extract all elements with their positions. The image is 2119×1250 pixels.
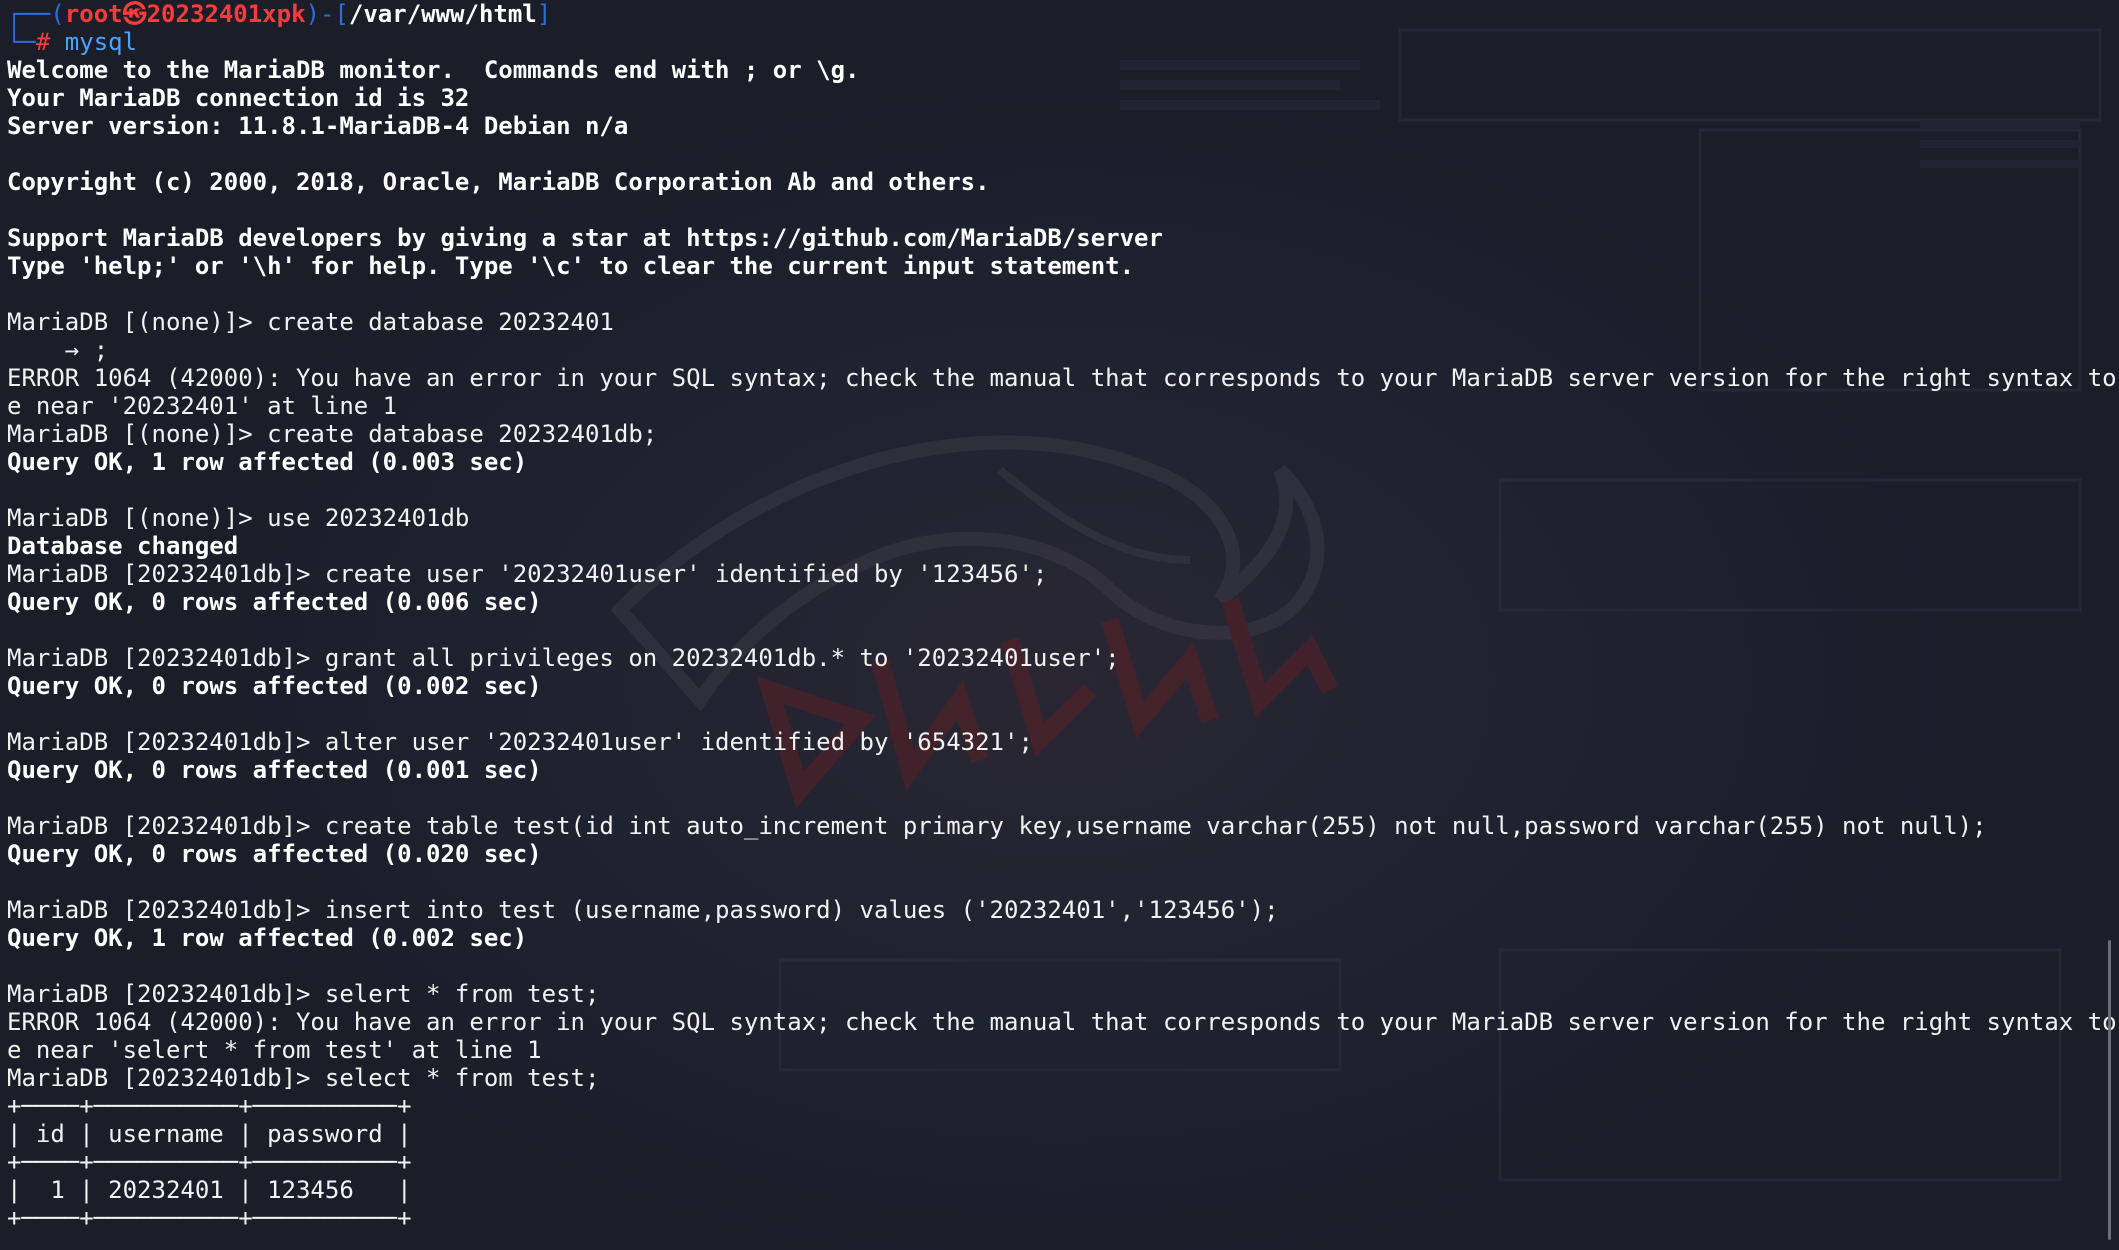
output-line: Server version: 11.8.1-MariaDB-4 Debian … bbox=[7, 112, 629, 140]
output-line: Database changed bbox=[7, 532, 239, 560]
output-line: Type 'help;' or '\h' for help. Type '\c'… bbox=[7, 252, 1135, 280]
output-line: MariaDB [20232401db]> selert * from test… bbox=[7, 980, 600, 1008]
output-line: Welcome to the MariaDB monitor. Commands… bbox=[7, 56, 860, 84]
output-line: MariaDB [20232401db]> create table test(… bbox=[7, 812, 1987, 840]
shell-command: mysql bbox=[50, 28, 138, 56]
output-line: +────+──────────+──────────+ bbox=[7, 1148, 412, 1176]
output-line: Your MariaDB connection id is 32 bbox=[7, 84, 470, 112]
prompt-frame-open: ┌──( bbox=[7, 0, 65, 28]
shell-prompt-line-1: ┌──(root㉿20232401xpk)-[/var/www/html] bbox=[7, 0, 2105, 28]
output-line: | id | username | password | bbox=[7, 1120, 412, 1148]
output-line: | 1 | 20232401 | 123456 | bbox=[7, 1176, 412, 1204]
output-line: Query OK, 0 rows affected (0.001 sec) bbox=[7, 756, 542, 784]
terminal-window[interactable]: ┌──(root㉿20232401xpk)-[/var/www/html] └─… bbox=[0, 0, 2119, 1250]
prompt-frame-line2: └─ bbox=[7, 28, 36, 56]
output-line: e near 'selert * from test' at line 1 bbox=[7, 1036, 542, 1064]
prompt-frame-close: ] bbox=[536, 0, 552, 28]
output-line: +────+──────────+──────────+ bbox=[7, 1092, 412, 1120]
output-line: MariaDB [20232401db]> select * from test… bbox=[7, 1064, 600, 1092]
output-line: → ; bbox=[7, 336, 109, 364]
output-line: e near '20232401' at line 1 bbox=[7, 392, 398, 420]
output-line: MariaDB [(none)]> create database 202324… bbox=[7, 420, 658, 448]
prompt-user-host: root㉿20232401xpk bbox=[64, 0, 306, 28]
output-line: Query OK, 0 rows affected (0.006 sec) bbox=[7, 588, 542, 616]
output-line: Query OK, 0 rows affected (0.002 sec) bbox=[7, 672, 542, 700]
output-line: MariaDB [20232401db]> create user '20232… bbox=[7, 560, 1048, 588]
output-line: +────+──────────+──────────+ bbox=[7, 1204, 412, 1232]
output-line: MariaDB [20232401db]> insert into test (… bbox=[7, 896, 1279, 924]
output-line: MariaDB [(none)]> use 20232401db bbox=[7, 504, 470, 532]
output-line: Copyright (c) 2000, 2018, Oracle, MariaD… bbox=[7, 168, 990, 196]
shell-prompt-line-2: └─# mysql bbox=[7, 28, 2105, 56]
prompt-path: /var/www/html bbox=[348, 0, 537, 28]
output-line: MariaDB [20232401db]> alter user '202324… bbox=[7, 728, 1033, 756]
mysql-session-output: Welcome to the MariaDB monitor. Commands… bbox=[7, 56, 2119, 1232]
terminal-output[interactable]: ┌──(root㉿20232401xpk)-[/var/www/html] └─… bbox=[7, 0, 2119, 1232]
output-line: MariaDB [20232401db]> grant all privileg… bbox=[7, 644, 1120, 672]
output-line: Query OK, 1 row affected (0.002 sec) bbox=[7, 924, 528, 952]
prompt-hash: # bbox=[35, 28, 51, 56]
terminal-scrollbar[interactable] bbox=[2108, 940, 2111, 1240]
output-line: ERROR 1064 (42000): You have an error in… bbox=[7, 1008, 2119, 1036]
prompt-frame-mid: )-[ bbox=[305, 0, 349, 28]
output-line: Query OK, 1 row affected (0.003 sec) bbox=[7, 448, 528, 476]
output-line: MariaDB [(none)]> create database 202324… bbox=[7, 308, 614, 336]
output-line: Support MariaDB developers by giving a s… bbox=[7, 224, 1163, 252]
output-line: ERROR 1064 (42000): You have an error in… bbox=[7, 364, 2119, 392]
output-line: Query OK, 0 rows affected (0.020 sec) bbox=[7, 840, 542, 868]
